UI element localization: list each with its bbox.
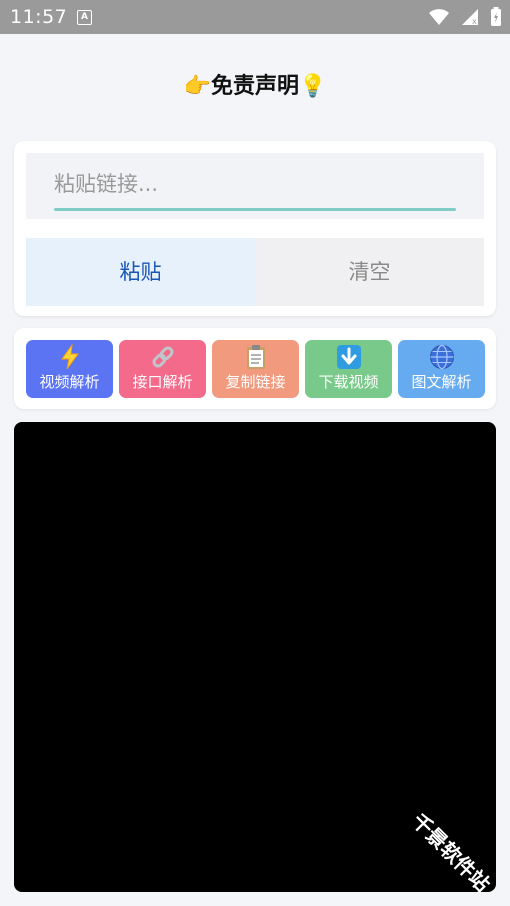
video-preview-area[interactable]: 千景软件站: [14, 422, 496, 892]
globe-icon: [429, 344, 455, 370]
pointing-hand-icon: 👉: [183, 74, 211, 99]
status-bar: 11:57 A x: [0, 0, 510, 34]
clipboard-icon: [243, 344, 269, 370]
api-parse-button[interactable]: 接口解析: [119, 340, 206, 398]
signal-icon: x: [461, 9, 478, 26]
download-video-button[interactable]: 下载视频: [305, 340, 392, 398]
link-input-area: [26, 153, 484, 219]
action-label: 图文解析: [411, 373, 472, 391]
clear-button[interactable]: 清空: [255, 238, 484, 306]
paste-button[interactable]: 粘贴: [26, 238, 255, 306]
status-time: 11:57: [10, 6, 68, 28]
link-icon: [150, 344, 176, 370]
action-label: 接口解析: [132, 373, 193, 391]
action-label: 视频解析: [39, 373, 100, 391]
action-label: 复制链接: [225, 373, 286, 391]
video-parse-button[interactable]: 视频解析: [26, 340, 113, 398]
wifi-icon: [428, 9, 449, 25]
actions-card: 视频解析 接口解析 复制链接 下载视频 图文解析: [14, 328, 496, 409]
image-text-parse-button[interactable]: 图文解析: [398, 340, 485, 398]
input-button-row: 粘贴 清空: [26, 238, 484, 306]
battery-icon: [491, 7, 501, 26]
input-underline: [54, 208, 456, 211]
action-label: 下载视频: [318, 373, 379, 391]
accessibility-notification-icon: A: [77, 10, 92, 25]
page-title: 免责声明: [210, 74, 299, 99]
link-input-card: 粘贴 清空: [14, 141, 496, 316]
watermark: 千景软件站: [407, 808, 495, 892]
disclaimer-title[interactable]: 👉免责声明💡: [0, 68, 510, 100]
lightning-icon: [57, 343, 83, 370]
status-icons: x: [422, 7, 502, 27]
light-bulb-icon: 💡: [299, 74, 327, 99]
down-arrow-icon: [336, 344, 362, 370]
copy-link-button[interactable]: 复制链接: [212, 340, 299, 398]
svg-text:x: x: [472, 17, 477, 26]
link-input[interactable]: [54, 167, 456, 201]
